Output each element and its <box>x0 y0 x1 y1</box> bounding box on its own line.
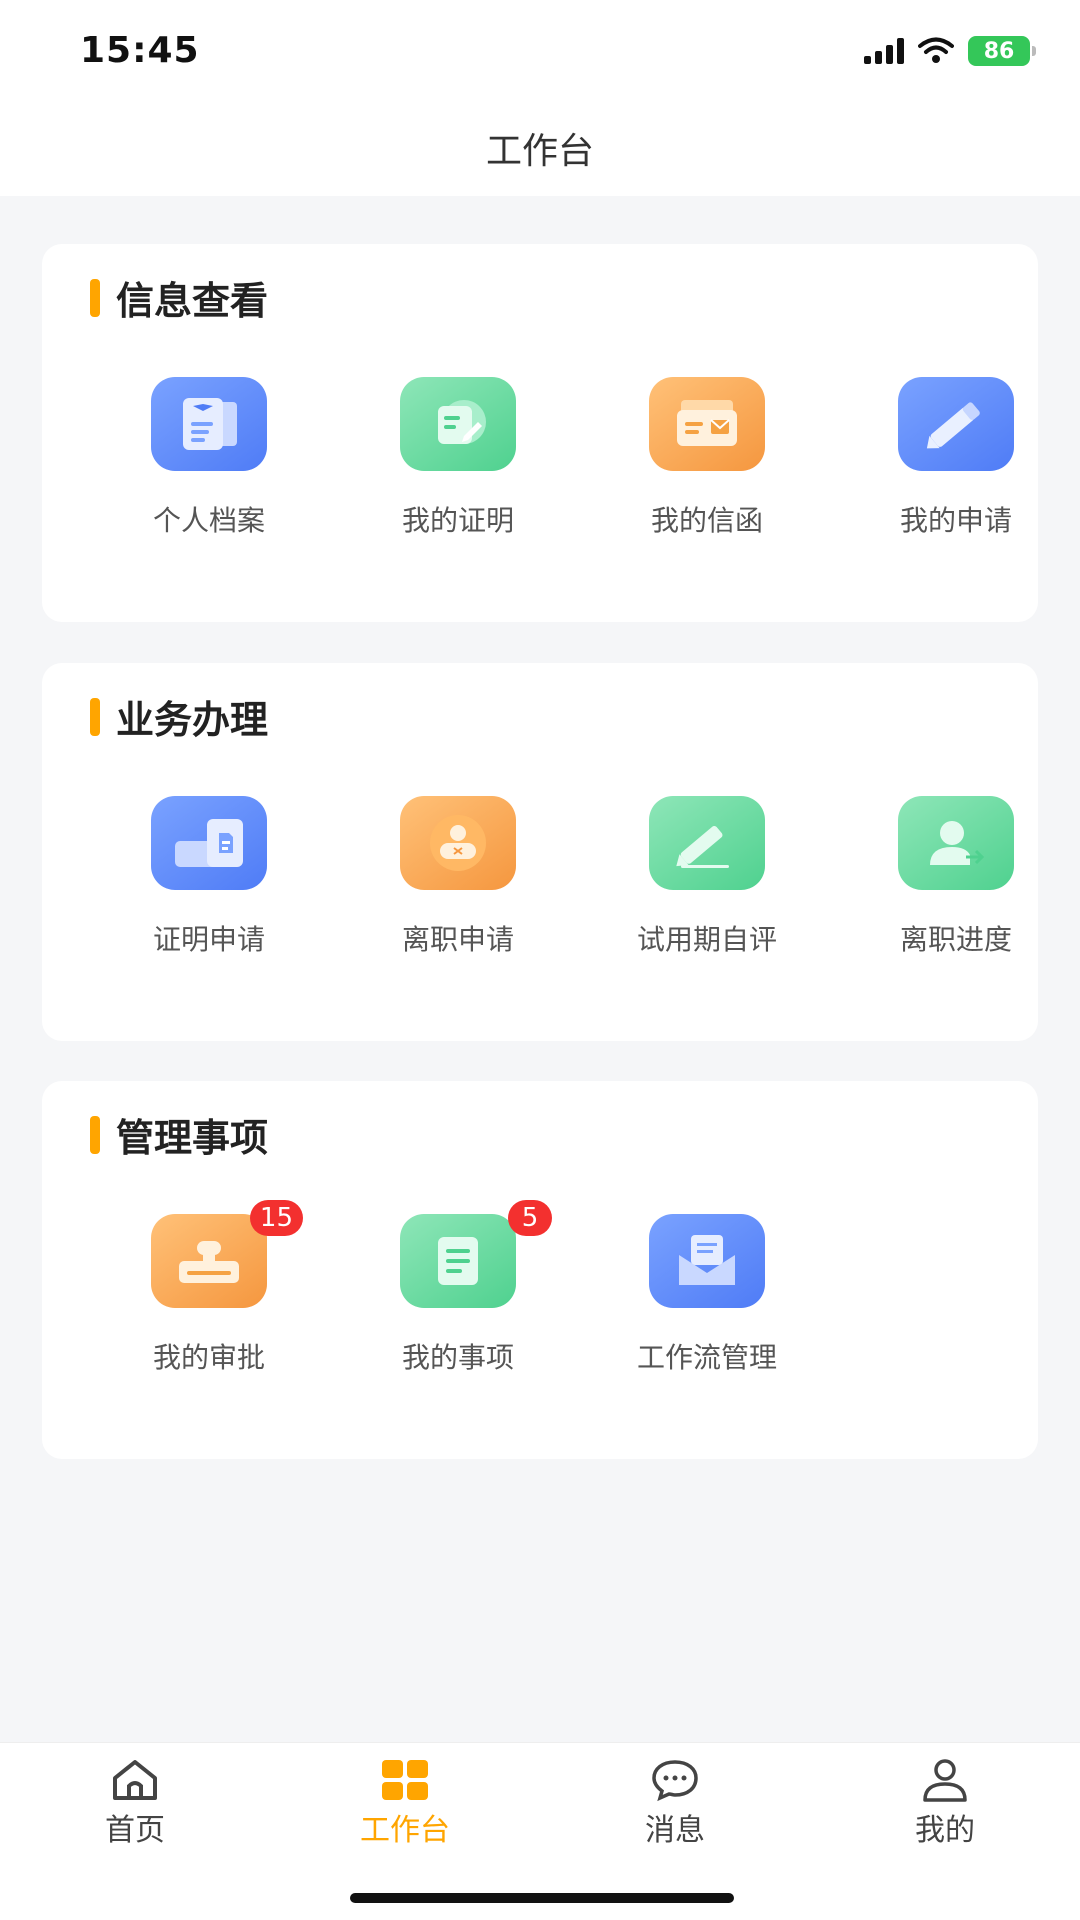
item-label: 离职进度 <box>899 923 1012 956</box>
section-info: 信息查看 个人档案 我的证明 我的信函 我的申请 <box>42 244 1038 622</box>
tab-home[interactable]: 首页 <box>35 1757 235 1849</box>
grid-icon <box>305 1757 505 1803</box>
approval-count-badge: 15 <box>249 1200 303 1236</box>
document-icon <box>151 796 267 890</box>
letter-icon <box>649 377 765 471</box>
page-title: 工作台 <box>485 131 594 172</box>
section-accent-bar <box>90 697 100 736</box>
wifi-icon <box>918 37 954 63</box>
envelope-icon <box>649 1214 765 1308</box>
item-resignation-progress[interactable]: 离职进度 <box>831 796 1080 958</box>
item-my-approval[interactable]: 15 我的审批 <box>84 1200 334 1376</box>
item-label: 个人档案 <box>152 504 265 537</box>
edit-pen-icon <box>649 796 765 890</box>
personal-file-icon <box>151 377 267 471</box>
section-header: 业务办理 <box>90 689 268 744</box>
home-indicator[interactable] <box>350 1893 734 1903</box>
item-label: 证明申请 <box>152 923 265 956</box>
item-personal-file[interactable]: 个人档案 <box>84 377 334 539</box>
section-title: 业务办理 <box>116 698 269 742</box>
resignation-icon <box>400 796 516 890</box>
item-label: 我的申请 <box>899 504 1012 537</box>
item-resignation-application[interactable]: 离职申请 <box>333 796 583 958</box>
tab-label: 消息 <box>645 1813 705 1848</box>
battery-icon: 86 <box>968 36 1036 66</box>
section-title: 管理事项 <box>116 1116 269 1160</box>
section-header: 管理事项 <box>90 1107 268 1162</box>
item-my-application[interactable]: 我的申请 <box>831 377 1080 539</box>
home-icon <box>35 1757 235 1803</box>
item-label: 我的证明 <box>401 504 514 537</box>
item-label: 我的审批 <box>152 1341 265 1374</box>
item-label: 工作流管理 <box>636 1341 777 1374</box>
item-my-certificate[interactable]: 我的证明 <box>333 377 583 539</box>
section-business: 业务办理 证明申请 离职申请 试用期自评 离职进度 <box>42 663 1038 1041</box>
tab-profile[interactable]: 我的 <box>845 1757 1045 1849</box>
matters-count-badge: 5 <box>508 1200 552 1236</box>
item-workflow-management[interactable]: 工作流管理 <box>582 1214 832 1376</box>
item-certificate-application[interactable]: 证明申请 <box>84 796 334 958</box>
approval-stamp-icon: 15 <box>151 1200 303 1308</box>
status-icons: 86 <box>864 36 1036 66</box>
tab-workbench[interactable]: 工作台 <box>305 1757 505 1849</box>
item-label: 我的信函 <box>650 504 763 537</box>
signal-icon <box>864 38 904 64</box>
section-accent-bar <box>90 1115 100 1154</box>
tab-messages[interactable]: 消息 <box>575 1757 775 1849</box>
item-label: 离职申请 <box>401 923 514 956</box>
note-icon: 5 <box>400 1200 552 1308</box>
section-accent-bar <box>90 278 100 317</box>
status-time: 15:45 <box>80 30 200 71</box>
tab-label: 工作台 <box>360 1813 450 1848</box>
item-label: 我的事项 <box>401 1341 514 1374</box>
status-bar: 15:45 86 <box>0 0 1080 100</box>
pencil-icon <box>898 377 1014 471</box>
section-title: 信息查看 <box>116 279 269 323</box>
item-my-letter[interactable]: 我的信函 <box>582 377 832 539</box>
chat-bubble-icon <box>575 1757 775 1803</box>
user-icon <box>845 1757 1045 1803</box>
user-transfer-icon <box>898 796 1014 890</box>
tab-label: 我的 <box>915 1813 975 1848</box>
item-my-matters[interactable]: 5 我的事项 <box>333 1200 583 1376</box>
tab-label: 首页 <box>105 1813 165 1848</box>
certificate-icon <box>400 377 516 471</box>
section-header: 信息查看 <box>90 270 268 325</box>
nav-bar: 工作台 <box>0 100 1080 196</box>
battery-level: 86 <box>983 38 1015 64</box>
section-management: 管理事项 15 我的审批 5 我的事项 工作流管理 <box>42 1081 1038 1459</box>
item-probation-self-evaluation[interactable]: 试用期自评 <box>582 796 832 958</box>
item-label: 试用期自评 <box>636 923 777 956</box>
